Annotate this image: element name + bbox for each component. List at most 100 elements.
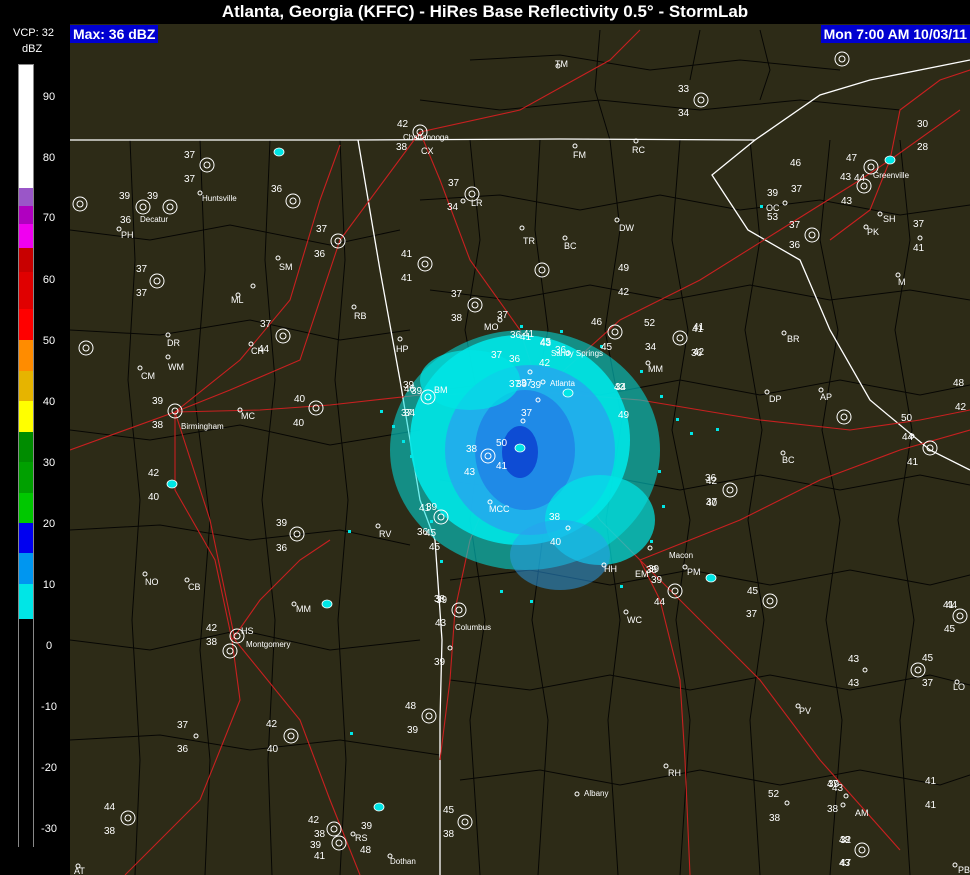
station-value: 44 xyxy=(654,597,666,608)
station-value: 44 xyxy=(946,600,958,611)
code-dr: DR xyxy=(167,338,180,348)
station-value: 38 xyxy=(451,313,463,324)
station-value: 43 xyxy=(841,196,853,207)
station-value: 48 xyxy=(405,701,417,712)
station-value: 50 xyxy=(901,413,913,424)
station-value: 36 xyxy=(120,215,132,226)
station-value: 34 xyxy=(678,108,690,119)
station-value: 38 xyxy=(434,594,446,605)
code-wc: WC xyxy=(627,615,642,625)
station-value: 43 xyxy=(848,678,860,689)
scale-skyblue xyxy=(19,553,33,584)
scale-orange xyxy=(19,340,33,371)
code-hs: HS xyxy=(241,626,254,636)
station-value: 39 xyxy=(434,657,446,668)
code-m: M xyxy=(898,277,906,287)
station-value: 41 xyxy=(925,800,937,811)
station-value: 44 xyxy=(902,432,914,443)
city-chattanooga: Chattanooga xyxy=(403,133,449,142)
station-value: 42 xyxy=(693,347,705,358)
radar-title: Atlanta, Georgia (KFFC) - HiRes Base Ref… xyxy=(0,0,970,24)
map-canvas: Chattanooga Huntsville Birmingham Atlant… xyxy=(70,29,970,875)
station-value: 37 xyxy=(448,178,460,189)
scale-yellow xyxy=(19,401,33,432)
code-ph: PH xyxy=(121,230,134,240)
station-value: 42 xyxy=(206,623,218,634)
station-value: 45 xyxy=(429,542,441,553)
station-value: 36 xyxy=(314,249,326,260)
vcp-label: VCP: 32 xyxy=(13,27,54,39)
station-value: 44 xyxy=(104,802,116,813)
station-value: 36 xyxy=(555,345,567,356)
tick-70: 70 xyxy=(42,212,56,224)
scale-black xyxy=(19,619,33,848)
scale-gold xyxy=(19,371,33,401)
tick-10: 10 xyxy=(42,579,56,591)
city-huntsville: Huntsville xyxy=(202,194,237,203)
station-value: 44 xyxy=(854,173,866,184)
station-value: 45 xyxy=(425,528,437,539)
station-value: 37 xyxy=(791,184,803,195)
code-mc: MC xyxy=(241,411,255,421)
station-value: 48 xyxy=(360,845,372,856)
station-value: 47 xyxy=(846,153,858,164)
scale-green xyxy=(19,462,33,493)
code-ml: ML xyxy=(231,295,244,305)
code-sm: SM xyxy=(279,262,293,272)
station-value: 46 xyxy=(591,317,603,328)
station-value: 45 xyxy=(540,337,552,348)
station-value: 36 xyxy=(705,473,717,484)
tick-90: 90 xyxy=(42,91,56,103)
station-value: 45 xyxy=(443,805,455,816)
station-value: 43 xyxy=(848,654,860,665)
station-value: 41 xyxy=(907,457,919,468)
city-decatur: Decatur xyxy=(140,215,168,224)
code-mm: MM xyxy=(648,364,663,374)
station-value: 45 xyxy=(747,586,759,597)
code-wm: WM xyxy=(168,362,184,372)
station-value: 39 xyxy=(152,396,164,407)
code-rh: RH xyxy=(668,768,681,778)
code-bm: BM xyxy=(434,385,448,395)
code-tr: TR xyxy=(523,236,535,246)
code-dw: DW xyxy=(619,223,634,233)
station-value: 49 xyxy=(618,263,630,274)
station-value: 37 xyxy=(184,150,196,161)
code-mcc: MCC xyxy=(489,504,510,514)
station-value: 42 xyxy=(148,468,160,479)
timestamp-badge: Mon 7:00 AM 10/03/11 xyxy=(820,25,970,43)
station-value: 40 xyxy=(294,394,306,405)
station-value: 38 xyxy=(466,444,478,455)
code-mm2: MM xyxy=(296,604,311,614)
station-value: 37 xyxy=(451,289,463,300)
station-value: 42 xyxy=(618,287,630,298)
station-value: 37 xyxy=(401,408,413,419)
station-value: 37 xyxy=(746,609,758,620)
tick-minus30: -30 xyxy=(41,823,57,835)
station-value: 40 xyxy=(550,537,562,548)
radar-map[interactable]: Chattanooga Huntsville Birmingham Atlant… xyxy=(70,24,970,875)
station-value: 38 xyxy=(206,637,218,648)
station-value: 37 xyxy=(497,310,509,321)
station-value: 45 xyxy=(944,624,956,635)
station-value: 39 xyxy=(426,502,438,513)
code-lr: LR xyxy=(471,198,483,208)
station-value: 39 xyxy=(310,840,322,851)
station-value: 36 xyxy=(789,240,801,251)
station-value: 32 xyxy=(840,835,852,846)
code-rv: RV xyxy=(379,529,391,539)
scale-blue xyxy=(19,523,33,553)
station-value: 39 xyxy=(147,191,159,202)
station-value: 41 xyxy=(693,322,705,333)
station-value: 39 xyxy=(407,725,419,736)
station-value: 38 xyxy=(827,804,839,815)
station-value: 50 xyxy=(496,438,508,449)
station-value: 39 xyxy=(119,191,131,202)
station-value: 30 xyxy=(917,119,929,130)
station-value: 45 xyxy=(922,653,934,664)
station-value: 36 xyxy=(177,744,189,755)
station-value: 38 xyxy=(314,829,326,840)
station-value: 37 xyxy=(521,408,533,419)
scale-red xyxy=(19,309,33,340)
scale-purple xyxy=(19,188,33,206)
